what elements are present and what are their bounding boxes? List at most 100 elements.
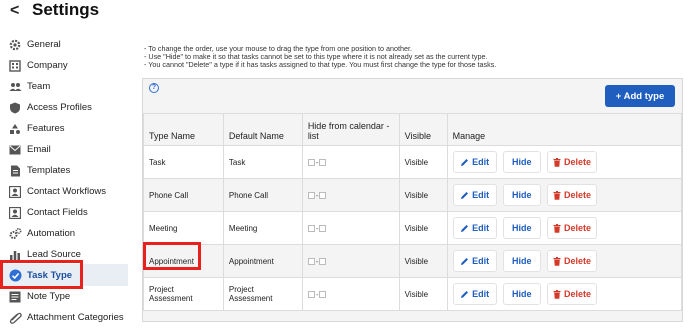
edit-button[interactable]: Edit <box>452 151 497 173</box>
visible-cell: Visible <box>398 178 448 212</box>
sidebar-item-automation[interactable]: Automation <box>0 223 128 244</box>
column-header-type-name[interactable]: Type Name <box>143 113 224 146</box>
default-name-cell: Meeting <box>222 211 303 245</box>
hide-list-checkbox[interactable] <box>319 290 327 298</box>
table-row[interactable]: Phone Call Phone Call - Visible Edit Hid… <box>143 178 683 212</box>
sidebar-item-company[interactable]: Company <box>0 55 128 76</box>
sidebar-item-email[interactable]: Email <box>0 139 128 160</box>
delete-label: Delete <box>564 256 592 266</box>
visible-cell: Visible <box>398 211 448 245</box>
sidebar-item-attachment-categories[interactable]: Attachment Categories <box>0 307 128 328</box>
features-icon <box>8 122 22 136</box>
hide-button[interactable]: Hide <box>502 184 541 206</box>
type-name-cell: Project Assessment <box>143 277 224 311</box>
building-icon <box>8 59 22 73</box>
trash-icon <box>553 157 561 167</box>
hide-calendar-checkbox[interactable] <box>307 257 315 265</box>
separator: - <box>315 157 319 167</box>
trash-icon <box>553 289 561 299</box>
hide-calendar-checkbox[interactable] <box>307 224 315 232</box>
paperclip-icon <box>8 311 22 325</box>
edit-label: Edit <box>472 190 490 200</box>
delete-button[interactable]: Delete <box>547 217 598 239</box>
visible-cell: Visible <box>398 277 448 311</box>
hide-list-checkbox[interactable] <box>319 224 327 232</box>
hide-from-calendar-cell: - <box>301 145 400 179</box>
hide-button[interactable]: Hide <box>502 151 541 173</box>
column-header-hide-from-calendar: Hide from calendar - list <box>301 113 400 146</box>
gears-icon <box>8 227 22 241</box>
hide-list-checkbox[interactable] <box>319 191 327 199</box>
document-icon <box>8 164 22 178</box>
sidebar-item-contact-workflows[interactable]: Contact Workflows <box>0 181 128 202</box>
manage-cell: Edit Hide Delete <box>446 211 683 245</box>
task-type-panel: ? + Add type Type Name Default Name Hide… <box>142 78 683 322</box>
sidebar-item-label: Templates <box>27 165 71 176</box>
separator: - <box>315 223 319 233</box>
edit-button[interactable]: Edit <box>452 184 497 206</box>
delete-button[interactable]: Delete <box>547 151 598 173</box>
sidebar-item-lead-source[interactable]: Lead Source <box>0 244 128 265</box>
default-name-cell: Project Assessment <box>222 277 303 311</box>
hide-button[interactable]: Hide <box>502 283 541 305</box>
hide-calendar-checkbox[interactable] <box>307 290 315 298</box>
instructions: - To change the order, use your mouse to… <box>144 45 684 69</box>
hide-from-calendar-cell: - <box>301 244 400 278</box>
sidebar-item-features[interactable]: Features <box>0 118 128 139</box>
team-icon <box>8 80 22 94</box>
delete-button[interactable]: Delete <box>547 250 598 272</box>
hide-list-checkbox[interactable] <box>319 257 327 265</box>
delete-label: Delete <box>564 157 592 167</box>
sidebar-item-task-type[interactable]: Task Type <box>0 264 128 286</box>
sidebar-item-label: Contact Fields <box>27 207 88 218</box>
instruction-line: - You cannot "Delete" a type if it has t… <box>144 60 497 69</box>
hide-list-checkbox[interactable] <box>319 158 327 166</box>
trash-icon <box>553 256 561 266</box>
hide-calendar-checkbox[interactable] <box>307 158 315 166</box>
sidebar-item-label: General <box>27 39 61 50</box>
separator: - <box>315 190 319 200</box>
envelope-icon <box>8 143 22 157</box>
hide-button[interactable]: Hide <box>502 250 541 272</box>
help-icon[interactable]: ? <box>149 83 159 93</box>
hide-from-calendar-cell: - <box>301 178 400 212</box>
delete-button[interactable]: Delete <box>547 184 598 206</box>
sidebar-item-access-profiles[interactable]: Access Profiles <box>0 97 128 118</box>
delete-label: Delete <box>564 190 592 200</box>
edit-button[interactable]: Edit <box>452 217 497 239</box>
sidebar-item-note-type[interactable]: Note Type <box>0 286 128 307</box>
column-header-default-name: Default Name <box>222 113 303 146</box>
table-row[interactable]: Project Assessment Project Assessment - … <box>143 277 683 311</box>
visible-cell: Visible <box>398 145 448 179</box>
sidebar-item-contact-fields[interactable]: Contact Fields <box>0 202 128 223</box>
sidebar-item-templates[interactable]: Templates <box>0 160 128 181</box>
gear-icon <box>8 38 22 52</box>
sidebar-item-label: Attachment Categories <box>27 312 124 323</box>
edit-button[interactable]: Edit <box>452 283 497 305</box>
add-type-button[interactable]: + Add type <box>605 85 675 107</box>
back-arrow-icon[interactable]: < <box>10 2 19 20</box>
table-header-row: Type Name Default Name Hide from calenda… <box>143 113 683 146</box>
column-header-manage: Manage <box>446 113 683 146</box>
sidebar-item-label: Lead Source <box>27 249 81 260</box>
sidebar-item-team[interactable]: Team <box>0 76 128 97</box>
separator: - <box>315 289 319 299</box>
table-row[interactable]: Appointment Appointment - Visible Edit H… <box>143 244 683 278</box>
manage-cell: Edit Hide Delete <box>446 277 683 311</box>
column-header-visible: Visible <box>398 113 448 146</box>
shield-icon <box>8 101 22 115</box>
sidebar-item-general[interactable]: General <box>0 34 128 55</box>
table-row[interactable]: Meeting Meeting - Visible Edit Hide Dele… <box>143 211 683 245</box>
hide-button[interactable]: Hide <box>502 217 541 239</box>
check-circle-icon <box>8 268 22 282</box>
hide-calendar-checkbox[interactable] <box>307 191 315 199</box>
edit-button[interactable]: Edit <box>452 250 497 272</box>
type-name-cell: Task <box>143 145 224 179</box>
type-name-cell: Appointment <box>143 244 224 278</box>
contact-card-icon <box>8 206 22 220</box>
table-row[interactable]: Task Task - Visible Edit Hide Delete <box>143 145 683 179</box>
manage-cell: Edit Hide Delete <box>446 244 683 278</box>
hide-from-calendar-cell: - <box>301 211 400 245</box>
trash-icon <box>553 223 561 233</box>
delete-button[interactable]: Delete <box>547 283 598 305</box>
